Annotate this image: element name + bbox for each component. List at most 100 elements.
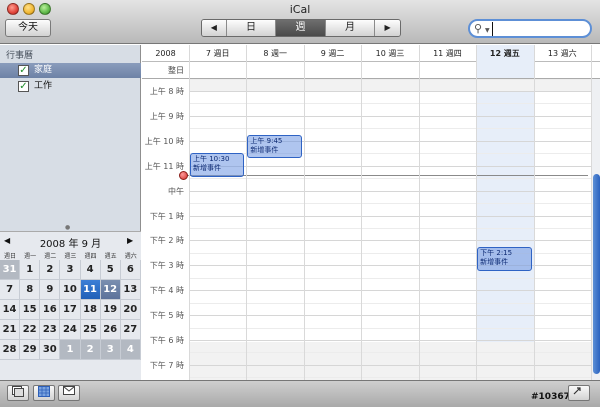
calendar-item-home[interactable]: ✓ 家庭: [0, 63, 141, 78]
calendar-event[interactable]: 下午 2:15 新增事件: [477, 246, 532, 271]
mini-calendar-day[interactable]: 18: [80, 300, 101, 320]
event-title: 新增事件: [480, 257, 509, 266]
mini-calendar-day[interactable]: 19: [100, 300, 121, 320]
envelope-icon: [63, 386, 75, 395]
mini-calendar-day[interactable]: 11: [80, 280, 101, 300]
add-calendar-button[interactable]: [7, 385, 29, 401]
mini-calendar-day[interactable]: 14: [0, 300, 21, 320]
day-column-header[interactable]: 8 週一: [246, 45, 303, 62]
search-field[interactable]: ⚲ ▼: [468, 19, 592, 38]
day-column-header[interactable]: 7 週日: [189, 45, 246, 62]
week-day-header: 2008 7 週日 8 週一 9 週二 10 週三 11 週四 12 週五 13 週六: [142, 45, 600, 62]
year-label: 2008: [155, 49, 176, 58]
half-hour-line: [189, 277, 591, 279]
mini-calendar-day[interactable]: 4: [120, 340, 141, 360]
mini-calendar-day[interactable]: 24: [60, 320, 81, 340]
week-view: 2008 7 週日 8 週一 9 週二 10 週三 11 週四 12 週五 13 週六 整日…: [142, 45, 600, 380]
time-label: 下午 2 時: [149, 236, 184, 246]
event-time: 下午 2:15: [480, 248, 513, 257]
mini-calendar-next-button[interactable]: ▶: [127, 236, 133, 245]
toggle-info-panel-button[interactable]: [568, 385, 590, 401]
mini-calendar-weekday: 週一: [24, 253, 37, 260]
week-view-tab[interactable]: 週: [276, 20, 326, 36]
mini-calendar-week: 28 29 30 1 2 3 4: [0, 340, 141, 360]
day-column-header[interactable]: 10 週三: [361, 45, 418, 62]
month-view-tab[interactable]: 月: [325, 20, 376, 36]
time-label: 下午 3 時: [149, 261, 184, 271]
mini-calendar-day[interactable]: 22: [20, 320, 41, 340]
mini-calendar-day[interactable]: 7: [0, 280, 21, 300]
mini-calendar-day[interactable]: 6: [120, 260, 141, 280]
bottom-bar: #1036746: [0, 380, 600, 407]
time-label: 上午 9 時: [149, 111, 184, 121]
today-button[interactable]: 今天: [5, 19, 51, 37]
splitter-handle-icon[interactable]: ●: [65, 224, 70, 231]
mini-calendar-day[interactable]: 10: [60, 280, 81, 300]
mini-calendar-day[interactable]: 3: [60, 260, 81, 280]
day-column-header[interactable]: 11 週四: [419, 45, 476, 62]
mini-calendar-day[interactable]: 27: [120, 320, 141, 340]
mini-calendar-day[interactable]: 2: [40, 260, 61, 280]
mini-calendar-day[interactable]: 1: [60, 340, 81, 360]
mini-calendar-day[interactable]: 9: [40, 280, 61, 300]
next-week-button[interactable]: ▶: [375, 20, 400, 36]
mini-calendar-day[interactable]: 21: [0, 320, 21, 340]
time-label: 下午 4 時: [149, 286, 184, 296]
mini-calendar-day[interactable]: 13: [120, 280, 141, 300]
mini-calendar-day[interactable]: 1: [20, 260, 41, 280]
previous-week-button[interactable]: ◀: [202, 20, 227, 36]
vertical-scrollbar[interactable]: [591, 79, 600, 380]
mini-calendar-week: 7 8 9 10 11 12 13: [0, 280, 141, 300]
mini-calendar-day[interactable]: 23: [40, 320, 61, 340]
mini-calendar-day[interactable]: 5: [100, 260, 121, 280]
all-day-row[interactable]: 整日: [142, 62, 600, 79]
hour-line: [189, 340, 591, 341]
mini-calendar-day[interactable]: 8: [20, 280, 41, 300]
mini-calendar-day[interactable]: 15: [20, 300, 41, 320]
time-label: 上午 11 時: [144, 161, 184, 171]
scrollbar-thumb[interactable]: [593, 174, 600, 374]
mini-calendar-day[interactable]: 25: [80, 320, 101, 340]
time-label: 中午: [168, 186, 184, 196]
hour-line: [189, 215, 591, 217]
calendar-checkbox-work[interactable]: ✓: [18, 81, 29, 92]
hour-line: [189, 91, 591, 92]
time-label: 下午 1 時: [149, 211, 184, 221]
mini-calendar-day[interactable]: 4: [80, 260, 101, 280]
search-input[interactable]: [492, 22, 582, 36]
mini-calendar-day[interactable]: 17: [60, 300, 81, 320]
mini-calendar-day[interactable]: 30: [40, 340, 61, 360]
mini-calendar-weekday: 週四: [84, 253, 97, 260]
day-view-tab[interactable]: 日: [226, 20, 277, 36]
mini-calendar-day[interactable]: 29: [20, 340, 41, 360]
calendar-item-work[interactable]: ✓ 工作: [0, 79, 141, 94]
calendar-checkbox-home[interactable]: ✓: [18, 65, 29, 76]
mini-calendar-day[interactable]: 28: [0, 340, 21, 360]
mini-calendar-day[interactable]: 31: [0, 260, 21, 280]
show-mini-month-button[interactable]: [33, 385, 55, 401]
day-column-header[interactable]: 9 週二: [304, 45, 361, 62]
mini-calendar-day[interactable]: 26: [100, 320, 121, 340]
day-column-divider: [189, 45, 190, 380]
mini-calendar-day[interactable]: 16: [40, 300, 61, 320]
mini-calendar-day[interactable]: 2: [80, 340, 101, 360]
event-time: 上午 10:30: [193, 155, 230, 164]
mini-calendar-weekday: 週二: [44, 253, 57, 260]
day-column-header[interactable]: 12 週五: [476, 45, 534, 62]
show-notifications-button[interactable]: [58, 385, 80, 401]
calendar-event[interactable]: 上午 9:45 新增事件: [247, 134, 302, 159]
day-column-header[interactable]: 13 週六: [534, 45, 591, 62]
half-hour-line: [189, 327, 591, 329]
current-time-line: [184, 175, 588, 176]
mini-calendar-day[interactable]: 3: [100, 340, 121, 360]
mini-calendar-weekday: 週日: [4, 253, 17, 260]
mini-calendar-day[interactable]: 20: [120, 300, 141, 320]
toolbar: iCal 今天 ◀ 日 週 月 ▶ ⚲ ▼: [0, 0, 600, 44]
hour-line: [189, 290, 591, 292]
calendar-event[interactable]: 上午 10:30 新增事件: [190, 153, 245, 178]
half-hour-line: [189, 302, 591, 304]
mini-calendar-day[interactable]: 12: [100, 280, 121, 300]
mini-calendar-week: 21 22 23 24 25 26 27: [0, 320, 141, 340]
time-grid[interactable]: 上午 8 時上午 9 時上午 10 時上午 11 時中午 下午 1 時下午 2 時…: [142, 78, 591, 380]
search-options-icon[interactable]: ▼: [485, 27, 490, 34]
